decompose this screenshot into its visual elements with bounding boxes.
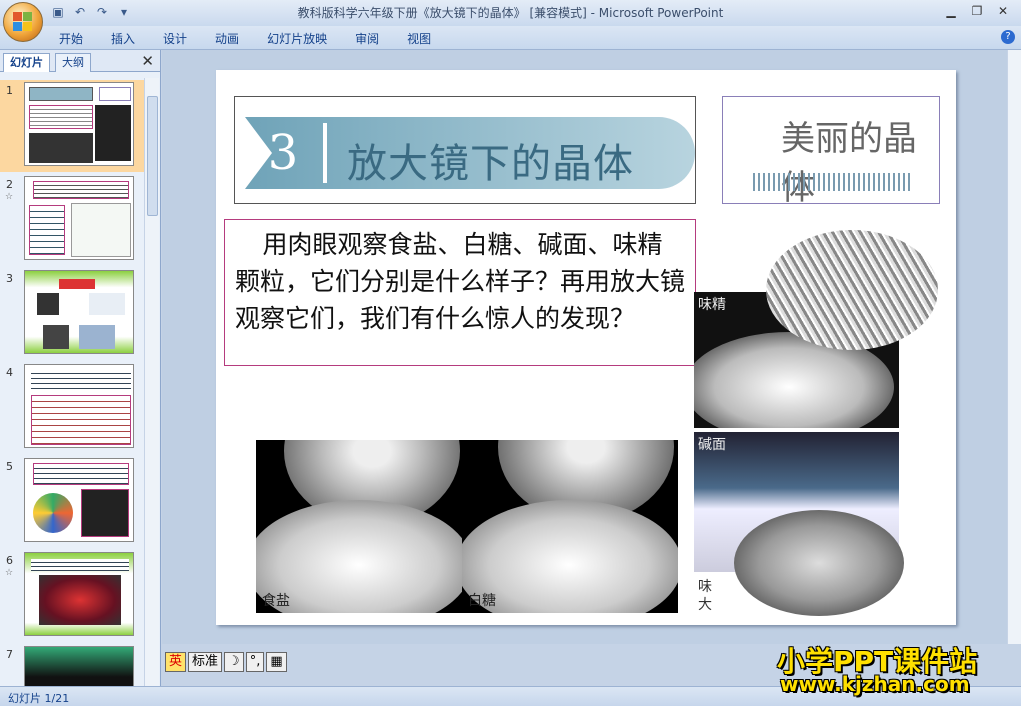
slide-preview [24,458,134,542]
tab-review[interactable]: 审阅 [355,30,393,47]
soda-magnified[interactable] [734,510,904,616]
slide-thumbnail[interactable]: 4 [0,362,144,454]
slide-number: 6 [6,554,13,567]
office-logo-icon [13,12,33,32]
slide-thumbnail[interactable]: 1 [0,80,144,172]
slide-preview [24,364,134,448]
slide-thumbnail[interactable]: 2 ☆ [0,174,144,266]
question-text-box[interactable]: 用肉眼观察食盐、白糖、碱面、味精颗粒，它们分别是什么样子？再用放大镜观察它们，我… [224,219,696,366]
slide-thumbnail[interactable]: 7 [0,644,144,686]
title-number: 3 [267,125,299,181]
slide-number: 2 [6,178,13,191]
slide-thumbnail[interactable]: 5 [0,456,144,548]
slide-number: 4 [6,366,13,379]
slide-counter: 幻灯片 1/21 [8,692,70,705]
office-button[interactable] [3,2,43,42]
animation-icon: ☆ [5,192,14,202]
badge-stripes [753,173,913,191]
slide-number: 5 [6,460,13,473]
ime-toolbar: 英 标准 ☽ °, ▦ [165,648,287,676]
slide-preview [24,552,134,636]
salt-photo[interactable]: 食盐 [256,440,462,613]
tab-slides[interactable]: 幻灯片 [3,53,50,72]
ribbon-tabs: 开始 插入 设计 动画 幻灯片放映 审阅 视图 [59,30,459,47]
minimize-button[interactable]: ▁ [939,2,963,20]
close-pane-icon[interactable]: ✕ [141,52,154,70]
window-title: 教科版科学六年级下册《放大镜下的晶体》 [兼容模式] - Microsoft P… [297,6,724,20]
ime-halfwidth-icon[interactable]: ☽ [224,652,244,672]
sugar-label: 白糖 [468,593,496,609]
close-button[interactable]: ✕ [991,2,1015,20]
slide-thumbnail[interactable]: 3 [0,268,144,360]
ime-punct-icon[interactable]: °, [245,652,265,672]
ime-lang-icon[interactable]: 英 [165,652,187,672]
slide-preview [24,176,134,260]
tab-design[interactable]: 设计 [163,30,201,47]
slide-thumbnail[interactable]: 6 ☆ [0,550,144,642]
tab-outline[interactable]: 大纲 [55,53,91,72]
editor-scrollbar[interactable] [1007,50,1021,644]
soda-extra-label: 味 大 [698,579,712,613]
tab-animations[interactable]: 动画 [215,30,253,47]
thumbnail-scrollbar[interactable] [144,78,159,686]
tab-insert[interactable]: 插入 [111,30,149,47]
title-divider [323,123,327,183]
badge-box[interactable]: 美丽的晶体 [722,96,940,208]
sugar-photo[interactable]: 白糖 [462,440,678,613]
salt-label: 食盐 [262,593,290,609]
slide-preview [24,646,134,686]
slide-canvas[interactable]: 3 放大镜下的晶体 美丽的晶体 用肉眼观察食盐、白糖、碱面、味精颗粒，它们分别是… [216,70,956,625]
slide-preview [24,82,134,166]
help-icon[interactable]: ? [1001,30,1015,44]
watermark-url: www.kjzhan.com [780,672,970,696]
pane-tabs: 幻灯片 大纲 ✕ [0,50,160,72]
restore-button[interactable]: ❐ [965,2,989,20]
thumbnail-list: 1 2 ☆ 3 4 5 6 ☆ 7 [0,78,144,686]
msg-label: 味精 [698,297,726,313]
window-controls: ▁ ❐ ✕ [939,2,1015,20]
ribbon: 开始 插入 设计 动画 幻灯片放映 审阅 视图 ? [0,26,1021,50]
tab-slideshow[interactable]: 幻灯片放映 [267,30,341,47]
ime-keyboard-icon[interactable]: ▦ [266,652,287,672]
tab-home[interactable]: 开始 [59,30,97,47]
title-box[interactable]: 3 放大镜下的晶体 [234,96,696,204]
slide-number: 3 [6,272,13,285]
ime-mode-button[interactable]: 标准 [188,652,223,672]
slide-preview [24,270,134,354]
title-bar: ▣ ↶ ↷ ▾ 教科版科学六年级下册《放大镜下的晶体》 [兼容模式] - Mic… [0,0,1021,26]
slide-number: 1 [6,84,13,97]
slide-number: 7 [6,648,13,661]
slide-title: 放大镜下的晶体 [347,141,634,187]
slides-pane: 幻灯片 大纲 ✕ 1 2 ☆ 3 4 5 6 ☆ 7 [0,50,161,686]
badge-text: 美丽的晶体 [781,119,917,208]
animation-icon: ☆ [5,568,14,578]
msg-magnified[interactable] [766,230,938,350]
tab-view[interactable]: 视图 [407,30,445,47]
soda-label: 碱面 [698,437,726,453]
scrollbar-thumb[interactable] [147,96,158,216]
